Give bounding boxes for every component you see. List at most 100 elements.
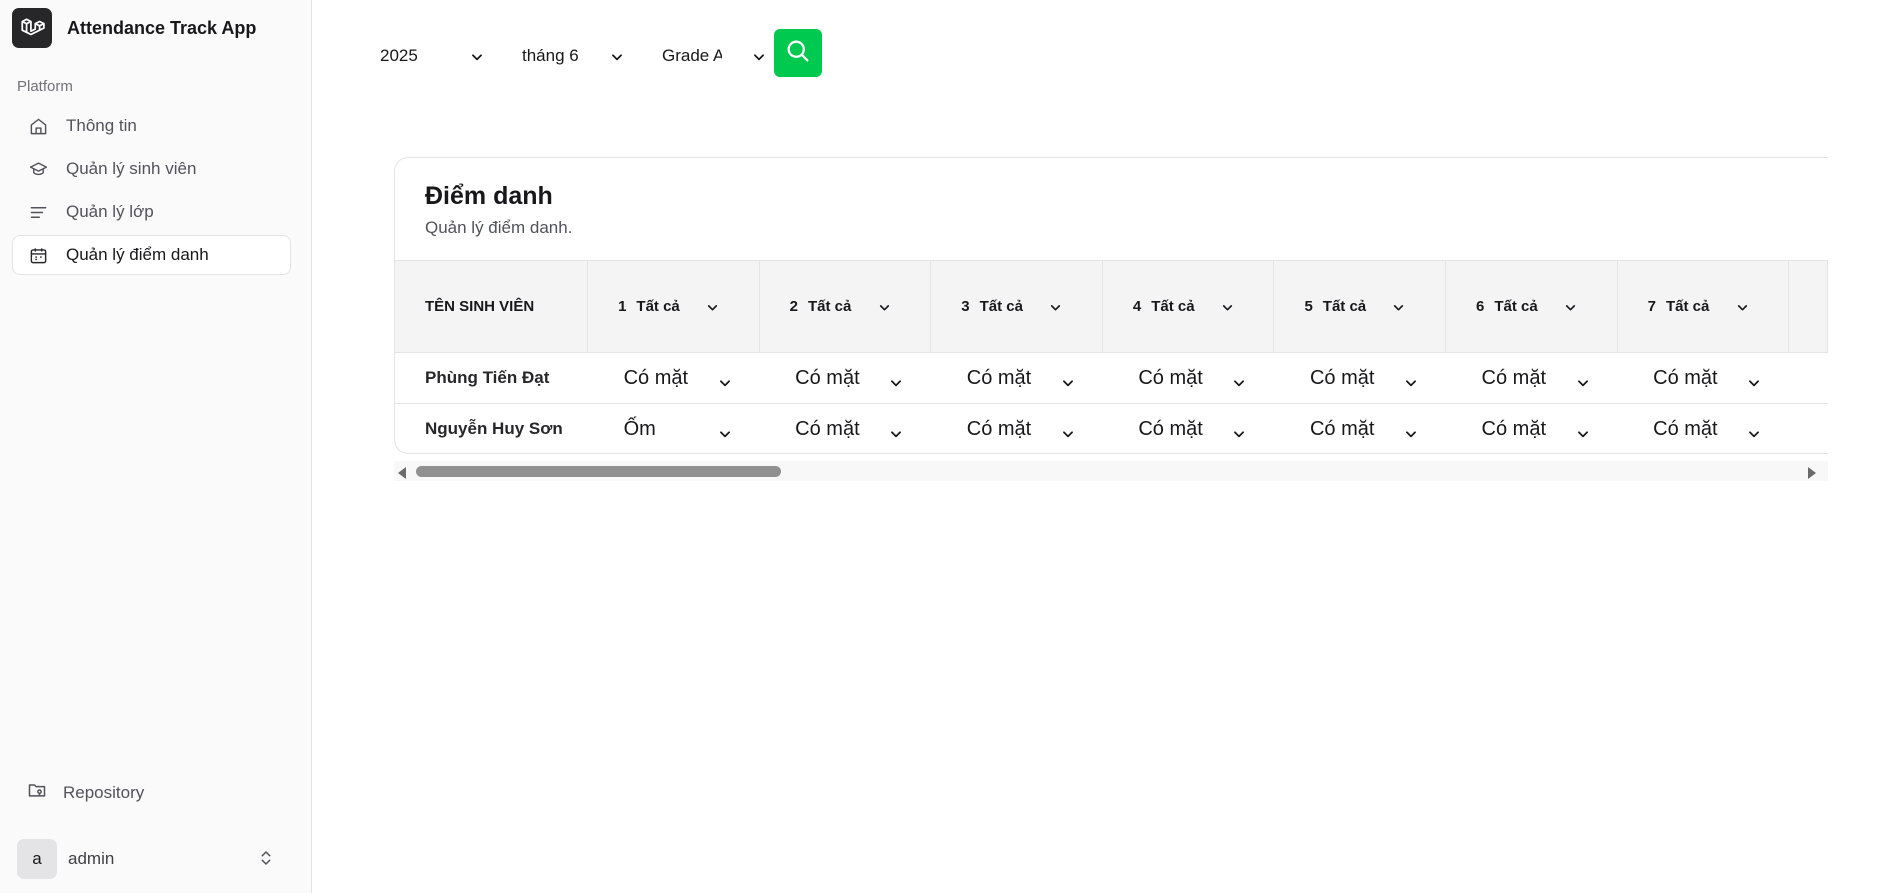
- status-value: Có mặt: [1653, 366, 1718, 389]
- attendance-status-select[interactable]: Có mặt: [1445, 352, 1618, 404]
- chevron-down-icon: [1221, 301, 1234, 319]
- attendance-status-select[interactable]: Có mặt: [1445, 403, 1618, 453]
- attendance-status-select[interactable]: Có mặt: [1617, 352, 1789, 404]
- sidebar-item-quan-ly-sinh-vien[interactable]: Quản lý sinh viên: [12, 149, 291, 189]
- status-value: Có mặt: [795, 366, 860, 389]
- chevron-down-icon: [718, 424, 732, 447]
- status-value: Có mặt: [623, 366, 689, 389]
- day-filter-value: Tất cả: [979, 298, 1023, 315]
- student-name-header: TÊN SINH VIÊN: [395, 260, 589, 353]
- list-lines-icon: [28, 202, 48, 222]
- chevron-down-icon: [1576, 424, 1590, 447]
- sidebar: Attendance Track App Platform Thông tin …: [0, 0, 312, 893]
- month-select-value: tháng 6: [522, 46, 579, 65]
- sidebar-item-quan-ly-diem-danh[interactable]: Quản lý điểm danh: [12, 235, 291, 275]
- chevron-down-icon: [752, 49, 766, 69]
- attendance-status-select[interactable]: Có mặt: [930, 352, 1103, 404]
- day-3-header-filter[interactable]: 3 Tất cả: [930, 260, 1103, 353]
- scrollbar-thumb[interactable]: [416, 466, 781, 477]
- chevron-down-icon: [470, 49, 484, 69]
- search-button[interactable]: [774, 29, 822, 77]
- home-icon: [28, 116, 48, 136]
- attendance-status-select[interactable]: Có mặt: [587, 352, 760, 404]
- sidebar-item-label: Quản lý điểm danh: [66, 245, 209, 264]
- attendance-status-select[interactable]: Có mặt: [1102, 403, 1274, 453]
- chevron-down-icon: [1232, 373, 1246, 396]
- laravel-logo-icon: [12, 8, 52, 48]
- grade-select[interactable]: Grade A: [662, 38, 766, 74]
- scroll-left-arrow-icon[interactable]: [398, 467, 406, 479]
- chevron-down-icon: [1564, 301, 1577, 319]
- status-value: Có mặt: [1481, 417, 1547, 440]
- status-value: Có mặt: [1138, 366, 1203, 389]
- year-select[interactable]: 2025: [380, 38, 484, 74]
- chevron-down-icon: [1392, 301, 1405, 319]
- user-menu[interactable]: a admin: [12, 838, 291, 880]
- search-icon: [784, 37, 812, 70]
- status-value: Có mặt: [1653, 417, 1718, 440]
- attendance-status-select[interactable]: Ốm: [587, 403, 760, 453]
- page-subtitle: Quản lý điểm danh.: [425, 218, 573, 237]
- day-filter-value: Tất cả: [808, 298, 852, 315]
- status-value: Có mặt: [1138, 417, 1203, 440]
- page-title: Điểm danh: [425, 182, 553, 210]
- chevron-down-icon: [878, 301, 891, 319]
- attendance-status-select[interactable]: Có mặt: [759, 403, 931, 453]
- day-1-header-filter[interactable]: 1 Tất cả: [587, 260, 760, 353]
- table-header-row: TÊN SINH VIÊN 1 Tất cả 2 Tất cả 3 Tất cả 4T…: [395, 260, 1828, 353]
- day-4-header-filter[interactable]: 4 Tất cả: [1102, 260, 1275, 353]
- platform-section-label: Platform: [17, 78, 73, 95]
- calendar-icon: [28, 245, 48, 265]
- sidebar-nav: Thông tin Quản lý sinh viên Quản lý lớp …: [12, 106, 291, 278]
- attendance-table: TÊN SINH VIÊN 1 Tất cả 2 Tất cả 3 Tất cả 4T…: [395, 260, 1828, 453]
- table-row: Phùng Tiến Đạt Có mặt Có mặt Có mặt Có m…: [395, 352, 1828, 404]
- year-select-value: 2025: [380, 46, 418, 65]
- day-number: 5: [1304, 298, 1313, 315]
- chevron-down-icon: [1061, 424, 1075, 447]
- scroll-right-arrow-icon[interactable]: [1808, 467, 1816, 479]
- table-row: Nguyễn Huy Sơn Ốm Có mặt Có mặt Có mặt C…: [395, 403, 1828, 453]
- day-number: 6: [1476, 298, 1485, 315]
- day-7-header-filter[interactable]: 7 Tất cả: [1617, 260, 1790, 353]
- day-number: 3: [961, 298, 970, 315]
- user-name: admin: [68, 849, 115, 868]
- chevron-down-icon: [889, 373, 903, 396]
- day-6-header-filter[interactable]: 6 Tất cả: [1445, 260, 1618, 353]
- attendance-status-select[interactable]: Có mặt: [930, 403, 1103, 453]
- day-filter-value: Tất cả: [1494, 298, 1538, 315]
- day-8-header-partial: [1788, 260, 1828, 353]
- status-value: Có mặt: [966, 366, 1032, 389]
- chevron-down-icon: [1736, 301, 1749, 319]
- sidebar-item-quan-ly-lop[interactable]: Quản lý lớp: [12, 192, 291, 232]
- student-name: Nguyễn Huy Sơn: [395, 403, 588, 453]
- day-number: 4: [1132, 298, 1142, 315]
- student-name: Phùng Tiến Đạt: [395, 352, 588, 404]
- grade-select-value: Grade A: [662, 46, 722, 65]
- day-5-header-filter[interactable]: 5 Tất cả: [1273, 260, 1447, 353]
- attendance-status-select[interactable]: Có mặt: [1102, 352, 1274, 404]
- avatar: a: [17, 839, 57, 879]
- attendance-status-select[interactable]: Có mặt: [1273, 352, 1446, 404]
- sidebar-item-thong-tin[interactable]: Thông tin: [12, 106, 291, 146]
- repository-link[interactable]: Repository: [27, 780, 144, 805]
- brand[interactable]: Attendance Track App: [12, 8, 256, 48]
- day-filter-value: Tất cả: [1322, 298, 1367, 315]
- attendance-status-select[interactable]: Có mặt: [1617, 403, 1789, 453]
- repository-label: Repository: [63, 782, 145, 802]
- chevron-down-icon: [1747, 424, 1761, 447]
- chevron-down-icon: [1049, 301, 1062, 319]
- sidebar-item-label: Quản lý lớp: [66, 202, 154, 221]
- day-2-header-filter[interactable]: 2 Tất cả: [759, 260, 932, 353]
- status-value: Ốm: [623, 417, 656, 440]
- status-value: Có mặt: [1481, 366, 1547, 389]
- chevron-down-icon: [706, 301, 719, 319]
- chevron-down-icon: [1061, 373, 1075, 396]
- table-horizontal-scrollbar[interactable]: [394, 461, 1828, 481]
- attendance-status-select[interactable]: Có mặt: [1273, 403, 1446, 453]
- partial-cell: [1788, 403, 1828, 453]
- app-title: Attendance Track App: [67, 17, 257, 38]
- status-value: Có mặt: [795, 417, 860, 440]
- month-select[interactable]: tháng 6: [522, 38, 624, 74]
- attendance-status-select[interactable]: Có mặt: [759, 352, 931, 404]
- chevron-down-icon: [610, 49, 624, 69]
